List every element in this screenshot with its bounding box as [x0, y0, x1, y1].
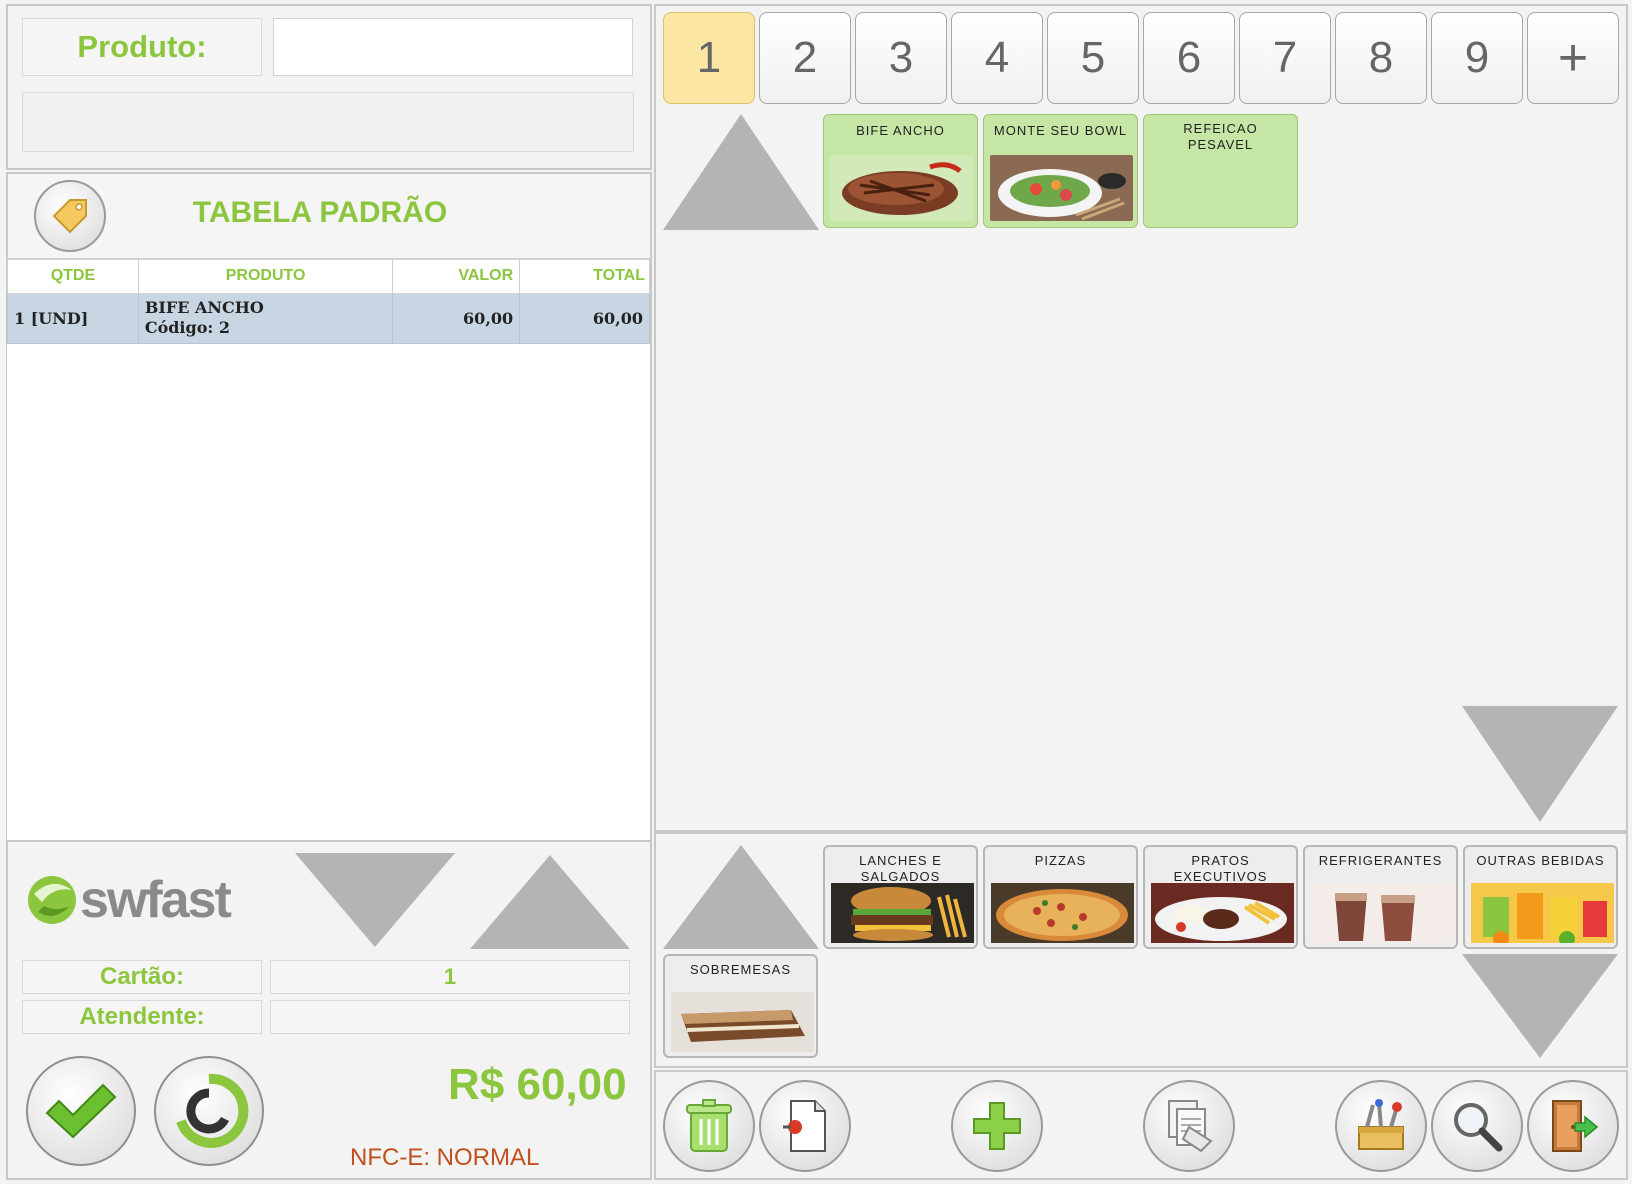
document-pin-icon [783, 1100, 826, 1152]
category-label: PIZZAS [1034, 853, 1087, 868]
search-icon [1454, 1103, 1503, 1152]
page-tab-8[interactable]: 8 [1335, 12, 1427, 104]
tools-icon [1358, 1099, 1404, 1150]
attendant-value [270, 1000, 630, 1034]
product-tile-label: REFEICAO PESAVEL [1183, 121, 1258, 152]
page-tab-6[interactable]: 6 [1143, 12, 1235, 104]
add-page-button[interactable]: + [1527, 12, 1619, 104]
categories-scroll-up-arrow[interactable] [663, 845, 819, 949]
product-description-box [22, 92, 634, 152]
copy-documents-icon [1168, 1100, 1213, 1153]
category-label: REFRIGERANTES [1318, 853, 1443, 868]
category-pratos-executivos[interactable]: PRATOS EXECUTIVOS [1143, 845, 1298, 949]
logo-text: swfast [80, 871, 232, 929]
row-product: BIFE ANCHO Código: 2 [137, 292, 394, 344]
product-search-input[interactable] [273, 18, 633, 76]
page-tab-4[interactable]: 4 [951, 12, 1043, 104]
table-row[interactable]: 1 [UND] BIFE ANCHO Código: 2 60,00 60,00 [7, 292, 650, 344]
column-header-total: TOTAL [519, 258, 650, 294]
page-tab-1[interactable]: 1 [663, 12, 755, 104]
scroll-up-arrow[interactable] [470, 855, 630, 949]
column-header-qty: QTDE [7, 258, 139, 294]
row-product-name: BIFE ANCHO [144, 298, 264, 317]
exit-door-icon [1552, 1100, 1599, 1152]
product-tile-monte-seu-bowl[interactable]: MONTE SEU BOWL [983, 114, 1138, 228]
order-list-area [7, 342, 650, 840]
card-label: Cartão: [22, 960, 262, 994]
refresh-swirl-icon [176, 1073, 249, 1148]
pos-window: Produto: TABELA PADRÃO QTDE PRODUTO VALO… [0, 0, 1632, 1184]
swfast-swirl-icon [28, 876, 76, 924]
order-table: QTDE PRODUTO VALOR TOTAL 1 [UND] BIFE AN… [7, 258, 650, 344]
category-sobremesas[interactable]: SOBREMESAS [663, 954, 818, 1058]
exit-button[interactable] [1527, 1080, 1619, 1172]
row-total: 60,00 [519, 292, 650, 344]
products-scroll-down-arrow[interactable] [1462, 706, 1618, 822]
tools-button[interactable] [1335, 1080, 1427, 1172]
category-label: PRATOS EXECUTIVOS [1173, 853, 1268, 884]
column-header-value: VALOR [392, 258, 521, 294]
page-tab-2[interactable]: 2 [759, 12, 851, 104]
categories-scroll-down-arrow[interactable] [1462, 954, 1618, 1058]
category-outras-bebidas[interactable]: OUTRAS BEBIDAS [1463, 845, 1618, 949]
product-tile-bife-ancho[interactable]: BIFE ANCHO [823, 114, 978, 228]
checkmark-icon [45, 1083, 117, 1139]
pin-document-button[interactable] [759, 1080, 851, 1172]
card-value: 1 [270, 960, 630, 994]
burger-image [831, 883, 974, 943]
page-tab-7[interactable]: 7 [1239, 12, 1331, 104]
row-value: 60,00 [392, 292, 521, 344]
steak-image [830, 155, 973, 221]
price-table-title: TABELA PADRÃO [192, 196, 448, 229]
products-scroll-up-arrow[interactable] [663, 114, 819, 230]
soda-image [1311, 883, 1454, 943]
plus-icon [973, 1102, 1021, 1150]
add-item-button[interactable] [951, 1080, 1043, 1172]
column-header-product: PRODUTO [137, 258, 394, 294]
category-label: SOBREMESAS [689, 962, 792, 977]
search-button[interactable] [1431, 1080, 1523, 1172]
page-tab-5[interactable]: 5 [1047, 12, 1139, 104]
product-label: Produto: [22, 18, 262, 76]
nfce-status: NFC-E: NORMAL [350, 1144, 540, 1171]
attendant-label: Atendente: [22, 1000, 262, 1034]
category-label: OUTRAS BEBIDAS [1476, 853, 1605, 868]
row-qty: 1 [UND] [7, 292, 139, 344]
executive-dish-image [1151, 883, 1294, 943]
tag-icon [52, 199, 87, 234]
category-lanches-e-salgados[interactable]: LANCHES E SALGADOS [823, 845, 978, 949]
scroll-down-arrow[interactable] [295, 853, 455, 947]
confirm-button[interactable] [26, 1056, 136, 1166]
row-product-code: Código: 2 [144, 318, 230, 337]
trash-icon [686, 1099, 732, 1152]
order-total: R$ 60,00 [448, 1060, 627, 1109]
category-label: LANCHES E SALGADOS [859, 853, 942, 884]
swfast-logo: swfast [24, 870, 244, 930]
copy-documents-button[interactable] [1143, 1080, 1235, 1172]
price-table-button[interactable] [34, 180, 106, 252]
juices-image [1471, 883, 1614, 943]
bowl-image [990, 155, 1133, 221]
dessert-image [671, 992, 814, 1052]
category-refrigerantes[interactable]: REFRIGERANTES [1303, 845, 1458, 949]
page-tab-9[interactable]: 9 [1431, 12, 1523, 104]
product-tile-label: MONTE SEU BOWL [993, 123, 1128, 138]
product-tile-label: BIFE ANCHO [856, 123, 945, 138]
category-pizzas[interactable]: PIZZAS [983, 845, 1138, 949]
delete-item-button[interactable] [663, 1080, 755, 1172]
pizza-image [991, 883, 1134, 943]
refresh-button[interactable] [154, 1056, 264, 1166]
product-tile-refeicao-pesavel[interactable]: REFEICAO PESAVEL [1143, 114, 1298, 228]
page-tab-3[interactable]: 3 [855, 12, 947, 104]
